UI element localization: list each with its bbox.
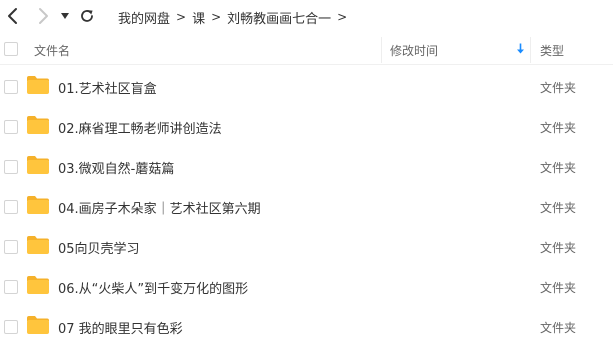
file-name[interactable]: 07 我的眼里只有色彩 — [58, 318, 183, 337]
breadcrumb-item-root[interactable]: 我的网盘 — [118, 8, 170, 27]
column-header-name[interactable]: 文件名 — [34, 42, 70, 59]
table-row[interactable]: 01.艺术社区盲盒 文件夹 — [0, 66, 613, 106]
column-resize-handle[interactable] — [530, 37, 531, 63]
table-row[interactable]: 04.画房子木朵家｜艺术社区第六期 文件夹 — [0, 186, 613, 226]
file-type: 文件夹 — [540, 241, 577, 255]
forward-button[interactable] — [32, 5, 54, 27]
column-header-modified[interactable]: 修改时间 — [390, 42, 438, 59]
row-checkbox[interactable] — [4, 320, 18, 334]
refresh-button[interactable] — [76, 5, 98, 27]
folder-icon — [27, 76, 49, 94]
table-row[interactable]: 02.麻省理工畅老师讲创造法 文件夹 — [0, 106, 613, 146]
file-name[interactable]: 01.艺术社区盲盒 — [58, 78, 157, 97]
chevron-left-icon — [8, 8, 17, 24]
file-type: 文件夹 — [540, 161, 577, 175]
breadcrumb-separator: > — [211, 10, 222, 24]
file-name[interactable]: 02.麻省理工畅老师讲创造法 — [58, 118, 222, 137]
row-checkbox[interactable] — [4, 280, 18, 294]
folder-icon — [27, 316, 49, 334]
history-dropdown-button[interactable] — [56, 5, 74, 27]
back-button[interactable] — [2, 5, 24, 27]
breadcrumb-separator[interactable]: > — [337, 10, 347, 24]
breadcrumb: 我的网盘 > 课 > 刘畅教画画七合一 > — [118, 7, 353, 27]
table-row[interactable]: 07 我的眼里只有色彩 文件夹 — [0, 306, 613, 346]
column-resize-handle[interactable] — [381, 37, 382, 63]
folder-icon — [27, 236, 49, 254]
folder-icon — [27, 116, 49, 134]
table-row[interactable]: 03.微观自然-蘑菇篇 文件夹 — [0, 146, 613, 186]
row-checkbox[interactable] — [4, 240, 18, 254]
row-checkbox[interactable] — [4, 80, 18, 94]
breadcrumb-item-current[interactable]: 刘畅教画画七合一 — [227, 8, 331, 27]
file-list-header: 文件名 修改时间 类型 — [0, 34, 613, 65]
sort-down-arrow-icon[interactable] — [516, 43, 525, 57]
file-name[interactable]: 03.微观自然-蘑菇篇 — [58, 158, 174, 177]
chevron-right-icon — [39, 8, 48, 24]
folder-icon — [27, 276, 49, 294]
file-type: 文件夹 — [540, 201, 577, 215]
breadcrumb-separator: > — [176, 10, 187, 24]
file-name[interactable]: 04.画房子木朵家｜艺术社区第六期 — [58, 198, 261, 217]
file-list: 01.艺术社区盲盒 文件夹 02.麻省理工畅老师讲创造法 文件夹 03.微观自然… — [0, 66, 613, 346]
file-type: 文件夹 — [540, 281, 577, 295]
row-checkbox[interactable] — [4, 120, 18, 134]
select-all-checkbox[interactable] — [4, 42, 18, 56]
table-row[interactable]: 06.从“火柴人”到千变万化的图形 文件夹 — [0, 266, 613, 306]
file-name[interactable]: 06.从“火柴人”到千变万化的图形 — [58, 278, 248, 297]
file-type: 文件夹 — [540, 81, 577, 95]
file-type: 文件夹 — [540, 321, 577, 335]
column-header-type[interactable]: 类型 — [540, 42, 564, 59]
folder-icon — [27, 196, 49, 214]
row-checkbox[interactable] — [4, 160, 18, 174]
toolbar: 我的网盘 > 课 > 刘畅教画画七合一 > — [0, 0, 613, 34]
row-checkbox[interactable] — [4, 200, 18, 214]
file-type: 文件夹 — [540, 121, 577, 135]
folder-icon — [27, 156, 49, 174]
refresh-icon — [81, 10, 93, 22]
file-name[interactable]: 05向贝壳学习 — [58, 238, 140, 257]
caret-down-icon — [61, 13, 69, 19]
table-row[interactable]: 05向贝壳学习 文件夹 — [0, 226, 613, 266]
breadcrumb-item-course[interactable]: 课 — [192, 8, 205, 27]
